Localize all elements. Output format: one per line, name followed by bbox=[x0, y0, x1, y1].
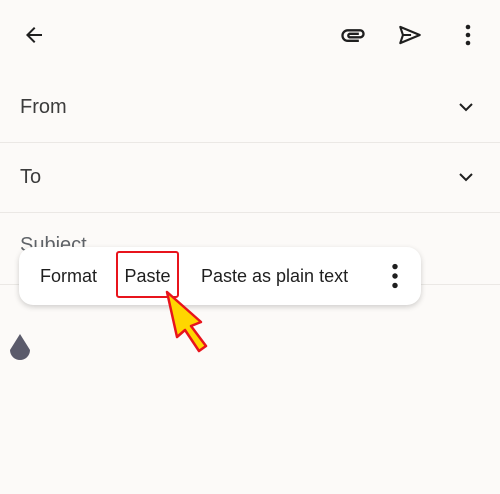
paperclip-icon bbox=[341, 29, 365, 42]
arrow-back-icon bbox=[26, 27, 42, 43]
more-vert-icon[interactable] bbox=[385, 263, 405, 289]
text-cursor-handle-icon[interactable] bbox=[6, 333, 34, 365]
more-vert-icon bbox=[465, 24, 471, 46]
back-button[interactable] bbox=[16, 18, 52, 52]
to-label: To bbox=[20, 166, 42, 188]
from-field[interactable]: From bbox=[0, 72, 500, 143]
send-button[interactable] bbox=[392, 18, 428, 52]
paste-as-plain-text-menu-item[interactable]: Paste as plain text bbox=[201, 247, 348, 305]
top-app-bar bbox=[0, 0, 500, 70]
attach-button[interactable] bbox=[335, 18, 371, 52]
text-selection-menu: Format Paste Paste as plain text bbox=[19, 247, 421, 305]
format-menu-item[interactable]: Format bbox=[40, 247, 97, 305]
from-label: From bbox=[20, 96, 67, 118]
chevron-down-icon[interactable] bbox=[456, 97, 476, 117]
to-field[interactable]: To bbox=[0, 142, 500, 213]
send-icon bbox=[399, 25, 421, 45]
pointer-arrow-icon bbox=[165, 290, 208, 353]
more-options-button[interactable] bbox=[452, 18, 484, 52]
chevron-down-icon[interactable] bbox=[456, 167, 476, 187]
